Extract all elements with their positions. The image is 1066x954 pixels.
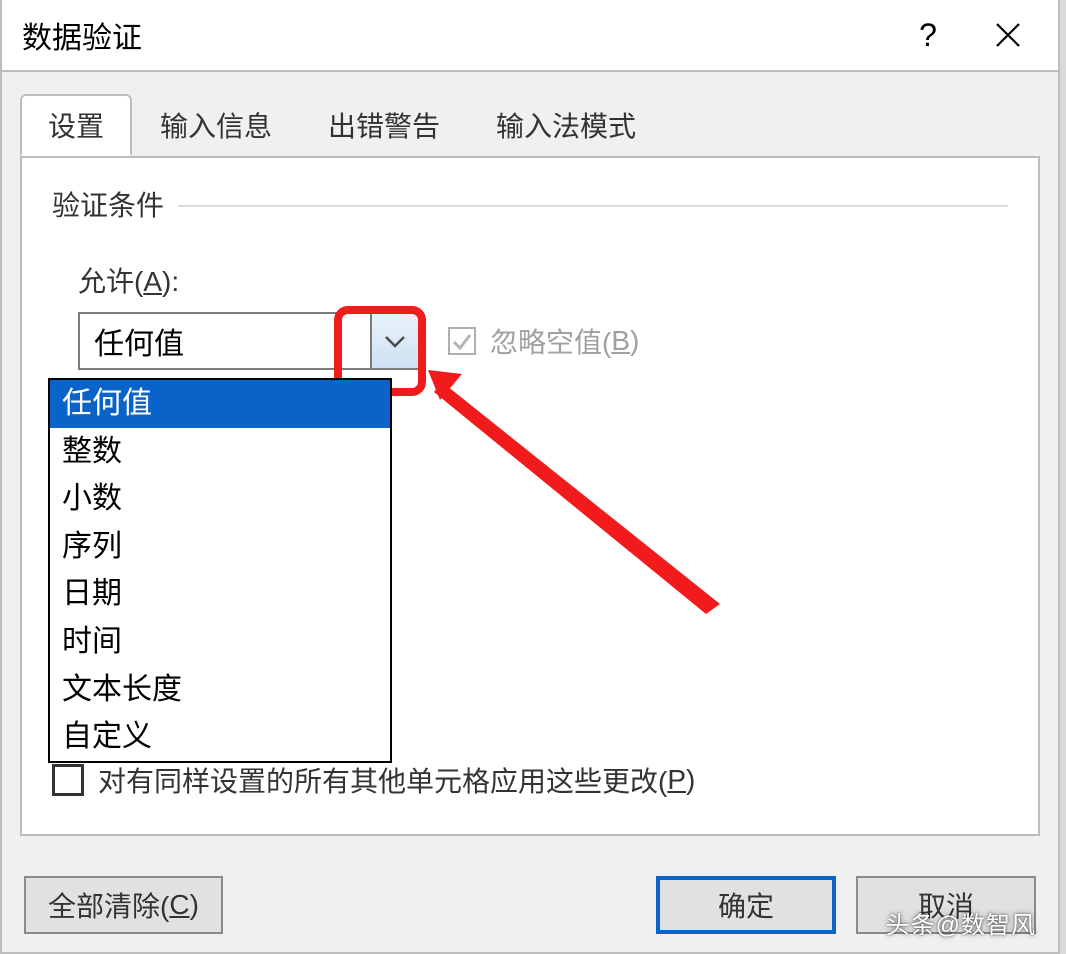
titlebar: 数据验证 ? [2,0,1058,72]
allow-option[interactable]: 小数 [50,475,390,523]
fieldset-divider [178,205,1008,207]
tab-panel-settings: 验证条件 允许(A): 任何值 [20,156,1040,836]
tab-error-alert[interactable]: 出错警告 [300,94,468,156]
ok-button[interactable]: 确定 [656,876,836,934]
tab-label: 出错警告 [328,105,440,145]
help-button[interactable]: ? [888,5,968,65]
dialog-title: 数据验证 [22,13,888,57]
tab-settings[interactable]: 设置 [20,94,132,156]
tab-label: 输入法模式 [496,105,636,145]
checkbox-box [52,764,84,796]
clear-all-button[interactable]: 全部清除(C) [24,876,223,934]
dialog-body: 设置 输入信息 出错警告 输入法模式 验证条件 允许(A): 任何值 [2,72,1058,858]
allow-label: 允许(A): [78,260,1008,300]
allow-option[interactable]: 文本长度 [50,666,390,714]
tab-strip: 设置 输入信息 出错警告 输入法模式 [20,94,1040,156]
close-icon [994,21,1022,49]
allow-selected-value: 任何值 [80,319,370,363]
apply-all-checkbox[interactable]: 对有同样设置的所有其他单元格应用这些更改(P) [52,760,695,800]
ignore-blank-checkbox: 忽略空值(B) [448,321,639,361]
allow-option[interactable]: 任何值 [50,380,390,428]
fieldset-criteria: 验证条件 [52,184,1008,224]
allow-option[interactable]: 日期 [50,570,390,618]
allow-dropdown-button[interactable] [370,314,418,368]
tab-label: 设置 [48,105,104,145]
checkbox-box [448,327,476,355]
allow-combobox[interactable]: 任何值 [78,312,420,370]
allow-option[interactable]: 序列 [50,523,390,571]
allow-option[interactable]: 时间 [50,618,390,666]
cancel-button[interactable]: 取消 [856,876,1036,934]
dialog-footer: 全部清除(C) 确定 取消 [2,858,1058,952]
tab-ime-mode[interactable]: 输入法模式 [468,94,664,156]
allow-option[interactable]: 自定义 [50,713,390,761]
allow-dropdown-list[interactable]: 任何值 整数 小数 序列 日期 时间 文本长度 自定义 [48,378,392,763]
tab-label: 输入信息 [160,105,272,145]
allow-option[interactable]: 整数 [50,428,390,476]
close-button[interactable] [968,5,1048,65]
fieldset-label-text: 验证条件 [52,184,164,224]
check-icon [451,330,473,352]
chevron-down-icon [384,334,406,348]
annotation-arrow-icon [420,358,740,618]
tab-input-message[interactable]: 输入信息 [132,94,300,156]
